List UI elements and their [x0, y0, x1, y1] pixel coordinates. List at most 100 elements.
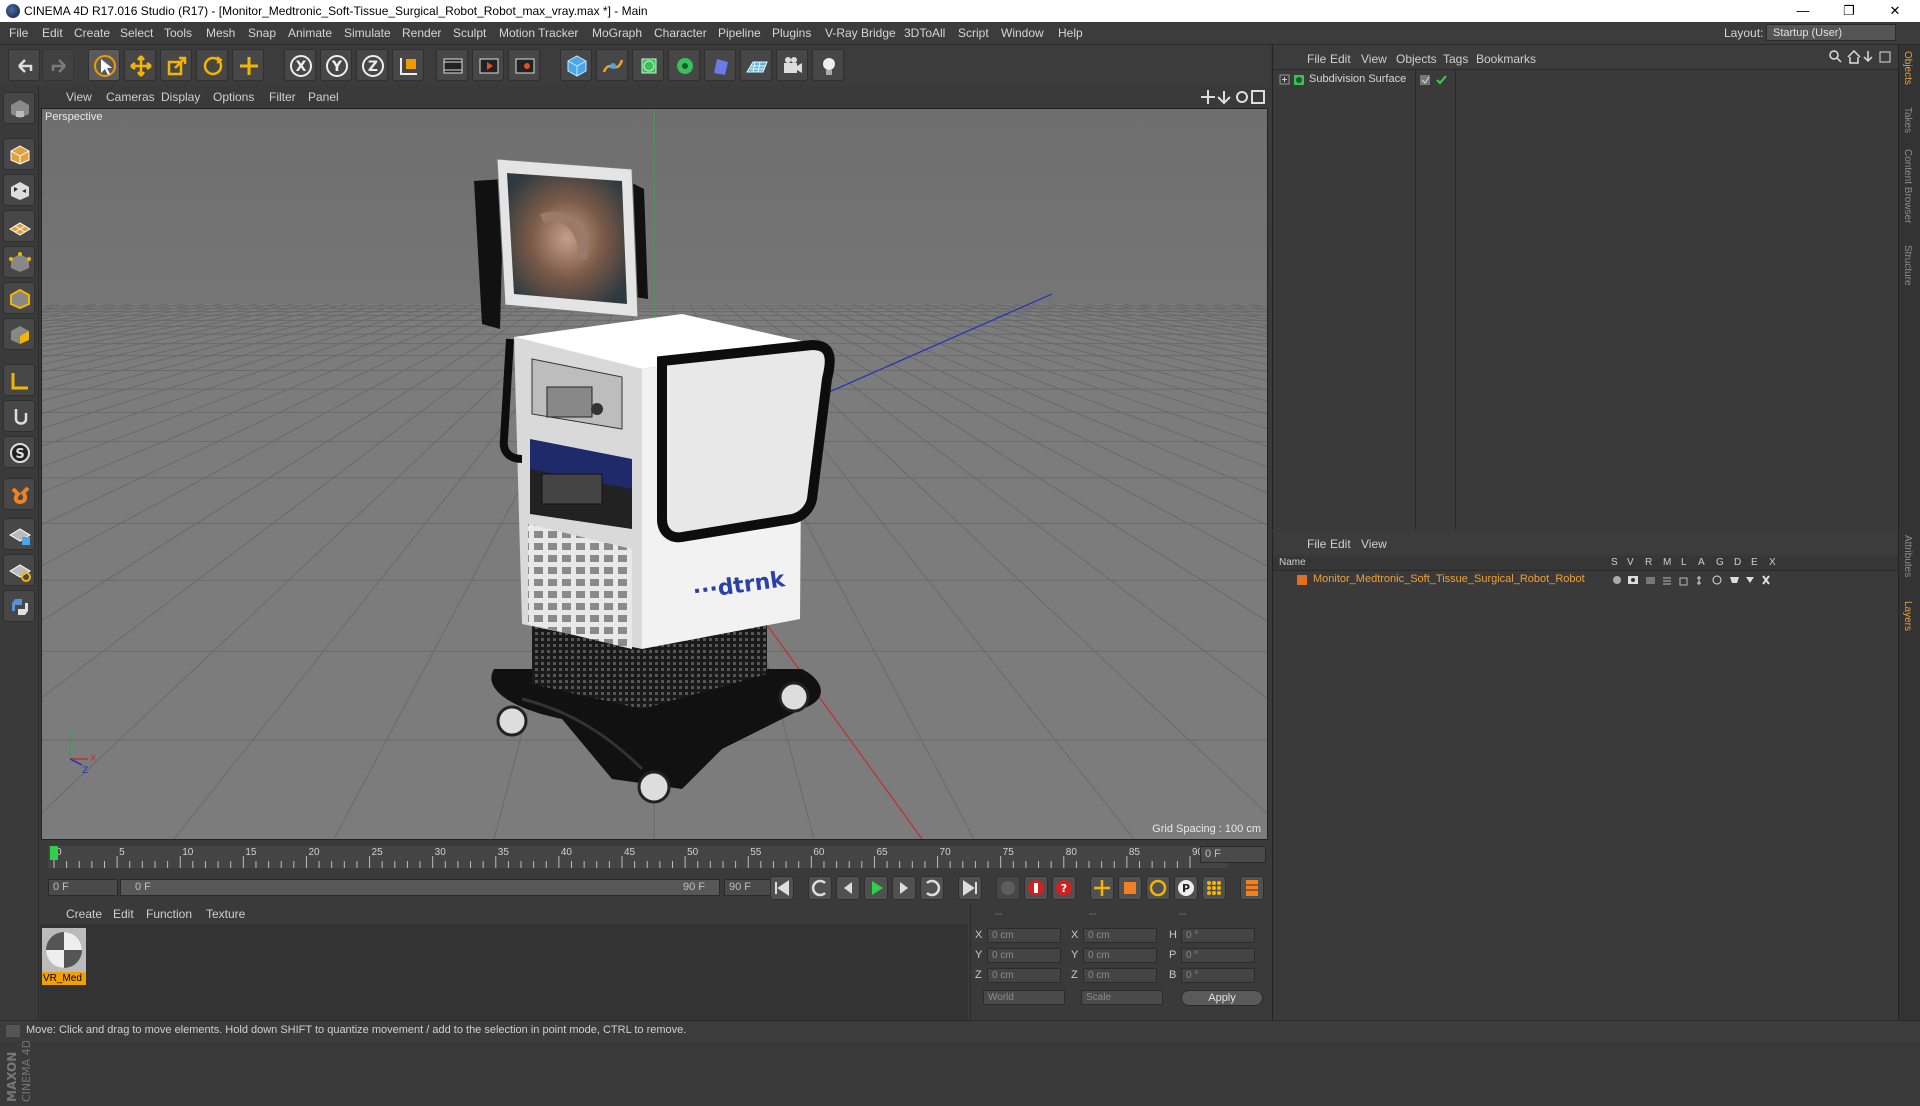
3d-viewport[interactable]: ···dtrnk Y X Z Perspective Grid Spacing …	[41, 108, 1268, 840]
y-axis-icon[interactable]: Y	[320, 49, 352, 81]
menu-character[interactable]: Character	[654, 26, 707, 40]
undo-icon[interactable]	[8, 49, 40, 81]
rotation-p-field[interactable]: 0 °	[1181, 948, 1255, 963]
nurbs-icon[interactable]	[632, 49, 664, 81]
rotation-h-field[interactable]: 0 °	[1181, 928, 1255, 943]
menu-window[interactable]: Window	[1001, 26, 1044, 40]
coordinate-system-icon[interactable]	[392, 49, 424, 81]
rotate-icon[interactable]	[196, 49, 228, 81]
array-icon[interactable]	[668, 49, 700, 81]
next-frame-icon[interactable]	[892, 876, 916, 900]
polygons-mode-icon[interactable]	[3, 318, 35, 350]
menu-motion-tracker[interactable]: Motion Tracker	[499, 26, 578, 40]
light-icon[interactable]	[812, 49, 844, 81]
start-frame-field[interactable]: 0 F	[48, 879, 118, 896]
object-menu-view[interactable]: View	[1361, 52, 1387, 66]
material-menu-edit[interactable]: Edit	[113, 907, 134, 921]
size-x-field[interactable]: 0 cm	[1083, 928, 1157, 943]
floor-icon[interactable]	[740, 49, 772, 81]
menu-create[interactable]: Create	[74, 26, 110, 40]
menu-3dtoall[interactable]: 3DToAll	[904, 26, 945, 40]
magnet-icon[interactable]	[3, 478, 35, 510]
key-parameter-icon[interactable]: P	[1174, 876, 1198, 900]
menu-plugins[interactable]: Plugins	[772, 26, 811, 40]
make-editable-icon[interactable]	[3, 92, 35, 124]
position-x-field[interactable]: 0 cm	[987, 928, 1061, 943]
expand-toggle-icon[interactable]	[1279, 74, 1291, 86]
size-y-field[interactable]: 0 cm	[1083, 948, 1157, 963]
material-menu-create[interactable]: Create	[66, 907, 102, 921]
layer-menu-edit[interactable]: Edit	[1330, 537, 1351, 551]
tab-objects[interactable]: Objects	[1902, 51, 1913, 85]
play-icon[interactable]	[864, 876, 888, 900]
position-z-field[interactable]: 0 cm	[987, 968, 1061, 983]
object-menu-bookmarks[interactable]: Bookmarks	[1476, 52, 1536, 66]
menu-select[interactable]: Select	[120, 26, 153, 40]
snap-icon[interactable]: S	[3, 436, 35, 468]
menu-render[interactable]: Render	[402, 26, 441, 40]
layout-select[interactable]: Startup (User)	[1766, 24, 1896, 41]
last-tool-icon[interactable]	[232, 49, 264, 81]
timeline-ruler[interactable]: 0 5 10 15 20 25 30 35 40 45 50 55 60 65 70 75 80 85 90 0 F	[40, 840, 1268, 874]
render-view-icon[interactable]	[436, 49, 468, 81]
go-to-start-icon[interactable]	[770, 876, 794, 900]
keyframe-selection-icon[interactable]: ?	[1052, 876, 1076, 900]
object-row[interactable]: Subdivision Surface	[1273, 72, 1899, 88]
menu-snap[interactable]: Snap	[248, 26, 276, 40]
model-mode-icon[interactable]	[3, 138, 35, 170]
frame-range-slider[interactable]: 0 F 90 F	[120, 879, 720, 896]
python-icon[interactable]	[3, 590, 35, 622]
tweak-mode-icon[interactable]	[3, 400, 35, 432]
viewport-menu-cameras[interactable]: Cameras	[106, 90, 155, 104]
lock-workplane-icon[interactable]	[3, 518, 35, 550]
previous-key-icon[interactable]	[808, 876, 832, 900]
object-manager-nav-icons[interactable]	[1828, 49, 1894, 65]
object-menu-tags[interactable]: Tags	[1443, 52, 1468, 66]
select-arrow-icon[interactable]	[88, 49, 120, 81]
playhead-marker[interactable]	[50, 846, 58, 860]
apply-button[interactable]: Apply	[1181, 990, 1263, 1006]
spline-pen-icon[interactable]	[596, 49, 628, 81]
menu-pipeline[interactable]: Pipeline	[718, 26, 761, 40]
timeline-window-icon[interactable]	[1240, 876, 1264, 900]
cube-primitive-icon[interactable]	[560, 49, 592, 81]
redo-icon[interactable]	[42, 49, 74, 81]
layer-toggle-icons[interactable]	[1613, 574, 1789, 586]
camera-icon[interactable]	[776, 49, 808, 81]
next-key-icon[interactable]	[920, 876, 944, 900]
menu-sculpt[interactable]: Sculpt	[453, 26, 486, 40]
material-menu-texture[interactable]: Texture	[206, 907, 245, 921]
tab-layers[interactable]: Layers	[1902, 601, 1913, 631]
viewport-menu-filter[interactable]: Filter	[269, 90, 296, 104]
rotation-b-field[interactable]: 0 °	[1181, 968, 1255, 983]
scale-icon[interactable]	[160, 49, 192, 81]
go-to-end-icon[interactable]	[958, 876, 982, 900]
key-rotation-icon[interactable]	[1146, 876, 1170, 900]
material-menu-function[interactable]: Function	[146, 907, 192, 921]
layer-row[interactable]: Monitor_Medtronic_Soft_Tissue_Surgical_R…	[1273, 572, 1899, 588]
menu-simulate[interactable]: Simulate	[344, 26, 391, 40]
texture-mode-icon[interactable]	[3, 174, 35, 206]
tab-attributes[interactable]: Attributes	[1902, 535, 1913, 577]
layer-menu-file[interactable]: File	[1307, 537, 1326, 551]
current-frame-field[interactable]: 0 F	[1200, 846, 1266, 863]
autokey-icon[interactable]	[1024, 876, 1048, 900]
previous-frame-icon[interactable]	[836, 876, 860, 900]
workplane-icon[interactable]	[3, 210, 35, 242]
position-y-field[interactable]: 0 cm	[987, 948, 1061, 963]
key-pla-icon[interactable]	[1202, 876, 1226, 900]
size-mode-select[interactable]: Scale	[1081, 990, 1163, 1005]
tab-structure[interactable]: Structure	[1902, 245, 1913, 286]
menu-tools[interactable]: Tools	[164, 26, 192, 40]
minimize-button[interactable]: —	[1780, 0, 1826, 22]
menu-script[interactable]: Script	[958, 26, 989, 40]
menu-vray-bridge[interactable]: V-Ray Bridge	[825, 26, 896, 40]
menu-animate[interactable]: Animate	[288, 26, 332, 40]
size-z-field[interactable]: 0 cm	[1083, 968, 1157, 983]
viewport-menu-view[interactable]: View	[66, 90, 92, 104]
key-position-icon[interactable]	[1090, 876, 1114, 900]
edges-mode-icon[interactable]	[3, 282, 35, 314]
render-picture-viewer-icon[interactable]	[472, 49, 504, 81]
viewport-menu-options[interactable]: Options	[213, 90, 254, 104]
layer-color-swatch[interactable]	[1297, 575, 1307, 585]
